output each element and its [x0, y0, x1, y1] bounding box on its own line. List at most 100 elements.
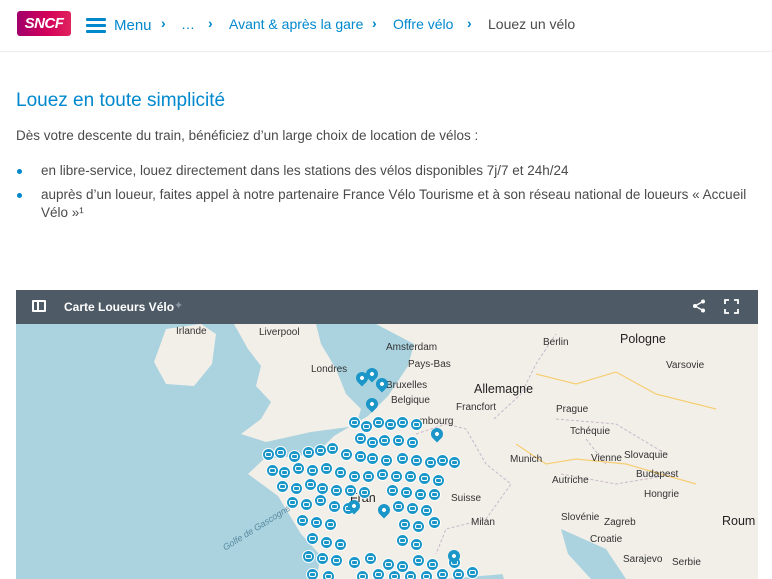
- bike-marker[interactable]: [314, 444, 327, 457]
- map-label-pays-bas: Pays-Bas: [408, 359, 451, 370]
- bike-marker[interactable]: [292, 462, 305, 475]
- bike-marker[interactable]: [412, 520, 425, 533]
- fullscreen-icon[interactable]: [724, 299, 739, 314]
- bike-marker[interactable]: [296, 514, 309, 527]
- bike-marker[interactable]: [380, 454, 393, 467]
- bike-marker[interactable]: [302, 550, 315, 563]
- bike-marker[interactable]: [364, 552, 377, 565]
- bike-marker[interactable]: [428, 488, 441, 501]
- bike-marker[interactable]: [314, 494, 327, 507]
- map-label-croatie: Croatie: [590, 534, 623, 545]
- map-label-serbie: Serbie: [672, 557, 701, 568]
- bike-marker[interactable]: [320, 462, 333, 475]
- breadcrumb-ellipsis[interactable]: …: [181, 16, 195, 32]
- bike-marker[interactable]: [428, 516, 441, 529]
- bike-marker[interactable]: [412, 554, 425, 567]
- bike-marker[interactable]: [316, 482, 329, 495]
- bike-marker[interactable]: [410, 538, 423, 551]
- bike-marker[interactable]: [448, 456, 461, 469]
- bike-marker[interactable]: [420, 570, 433, 579]
- bike-marker[interactable]: [358, 486, 371, 499]
- page-title: Louez en toute simplicité: [16, 90, 226, 111]
- map-label-tcheque: Tchéquie: [570, 426, 611, 437]
- bike-marker[interactable]: [286, 496, 299, 509]
- bike-marker[interactable]: [406, 502, 419, 515]
- bike-marker[interactable]: [290, 482, 303, 495]
- bike-marker[interactable]: [340, 448, 353, 461]
- embedded-map[interactable]: Carte Loueurs Vélo ✦ Irlande Liverpool L…: [16, 290, 758, 579]
- bike-marker[interactable]: [276, 480, 289, 493]
- bike-marker[interactable]: [326, 442, 339, 455]
- bike-marker[interactable]: [386, 484, 399, 497]
- breadcrumb-offre-velo[interactable]: Offre vélo: [393, 16, 453, 32]
- bike-marker[interactable]: [406, 436, 419, 449]
- bike-marker[interactable]: [366, 436, 379, 449]
- bike-marker[interactable]: [362, 470, 375, 483]
- bike-marker[interactable]: [404, 570, 417, 579]
- bike-marker[interactable]: [466, 566, 479, 579]
- bike-marker[interactable]: [316, 552, 329, 565]
- share-icon[interactable]: [692, 299, 706, 313]
- bike-marker[interactable]: [396, 534, 409, 547]
- bike-marker[interactable]: [348, 470, 361, 483]
- bike-marker[interactable]: [398, 518, 411, 531]
- bike-marker[interactable]: [436, 454, 449, 467]
- bike-marker[interactable]: [320, 536, 333, 549]
- bike-marker[interactable]: [354, 450, 367, 463]
- bike-marker[interactable]: [376, 468, 389, 481]
- bike-marker[interactable]: [306, 568, 319, 579]
- bike-marker[interactable]: [330, 484, 343, 497]
- bike-marker[interactable]: [396, 416, 409, 429]
- bike-marker[interactable]: [324, 518, 337, 531]
- breadcrumb-avant-apres-gare[interactable]: Avant & après la gare: [229, 16, 363, 32]
- bike-marker[interactable]: [418, 472, 431, 485]
- bike-marker[interactable]: [262, 448, 275, 461]
- bike-marker[interactable]: [366, 452, 379, 465]
- bike-marker[interactable]: [452, 568, 465, 579]
- bike-marker[interactable]: [410, 418, 423, 431]
- map-canvas[interactable]: Irlande Liverpool Londres Amsterdam Pays…: [16, 324, 758, 579]
- map-label-berlin: Berlin: [543, 337, 569, 348]
- map-label-suisse: Suisse: [451, 493, 482, 504]
- menu-button[interactable]: Menu: [86, 14, 152, 36]
- bike-marker[interactable]: [372, 568, 385, 579]
- bike-marker[interactable]: [302, 446, 315, 459]
- bike-marker[interactable]: [334, 466, 347, 479]
- bike-marker[interactable]: [432, 474, 445, 487]
- bike-marker[interactable]: [436, 568, 449, 579]
- bike-marker[interactable]: [410, 454, 423, 467]
- bike-marker[interactable]: [388, 570, 401, 579]
- bike-marker[interactable]: [424, 456, 437, 469]
- bike-marker[interactable]: [322, 570, 335, 579]
- bike-marker[interactable]: [396, 452, 409, 465]
- bike-marker[interactable]: [384, 418, 397, 431]
- bike-marker[interactable]: [356, 570, 369, 579]
- bike-marker[interactable]: [266, 464, 279, 477]
- bike-marker[interactable]: [328, 500, 341, 513]
- map-label-allemagne: Allemagne: [474, 382, 534, 396]
- bike-marker[interactable]: [390, 470, 403, 483]
- bike-marker[interactable]: [306, 532, 319, 545]
- bike-marker[interactable]: [306, 464, 319, 477]
- bike-marker[interactable]: [420, 504, 433, 517]
- map-label-varsovie: Varsovie: [666, 360, 705, 371]
- bike-marker[interactable]: [392, 434, 405, 447]
- panel-icon[interactable]: [32, 300, 46, 312]
- bike-marker[interactable]: [348, 556, 361, 569]
- bike-marker[interactable]: [344, 484, 357, 497]
- bike-marker[interactable]: [330, 554, 343, 567]
- bike-marker[interactable]: [404, 470, 417, 483]
- bike-marker[interactable]: [392, 500, 405, 513]
- bike-marker[interactable]: [400, 486, 413, 499]
- bike-marker[interactable]: [414, 488, 427, 501]
- bike-marker[interactable]: [372, 416, 385, 429]
- star-icon[interactable]: ✦: [174, 299, 183, 312]
- sncf-logo[interactable]: SNCF: [17, 11, 71, 36]
- bike-marker[interactable]: [274, 446, 287, 459]
- bike-marker[interactable]: [310, 516, 323, 529]
- bike-marker[interactable]: [278, 466, 291, 479]
- bike-marker[interactable]: [334, 538, 347, 551]
- bike-marker[interactable]: [378, 434, 391, 447]
- bike-marker[interactable]: [300, 498, 313, 511]
- chevron-right-icon: ›: [161, 15, 166, 31]
